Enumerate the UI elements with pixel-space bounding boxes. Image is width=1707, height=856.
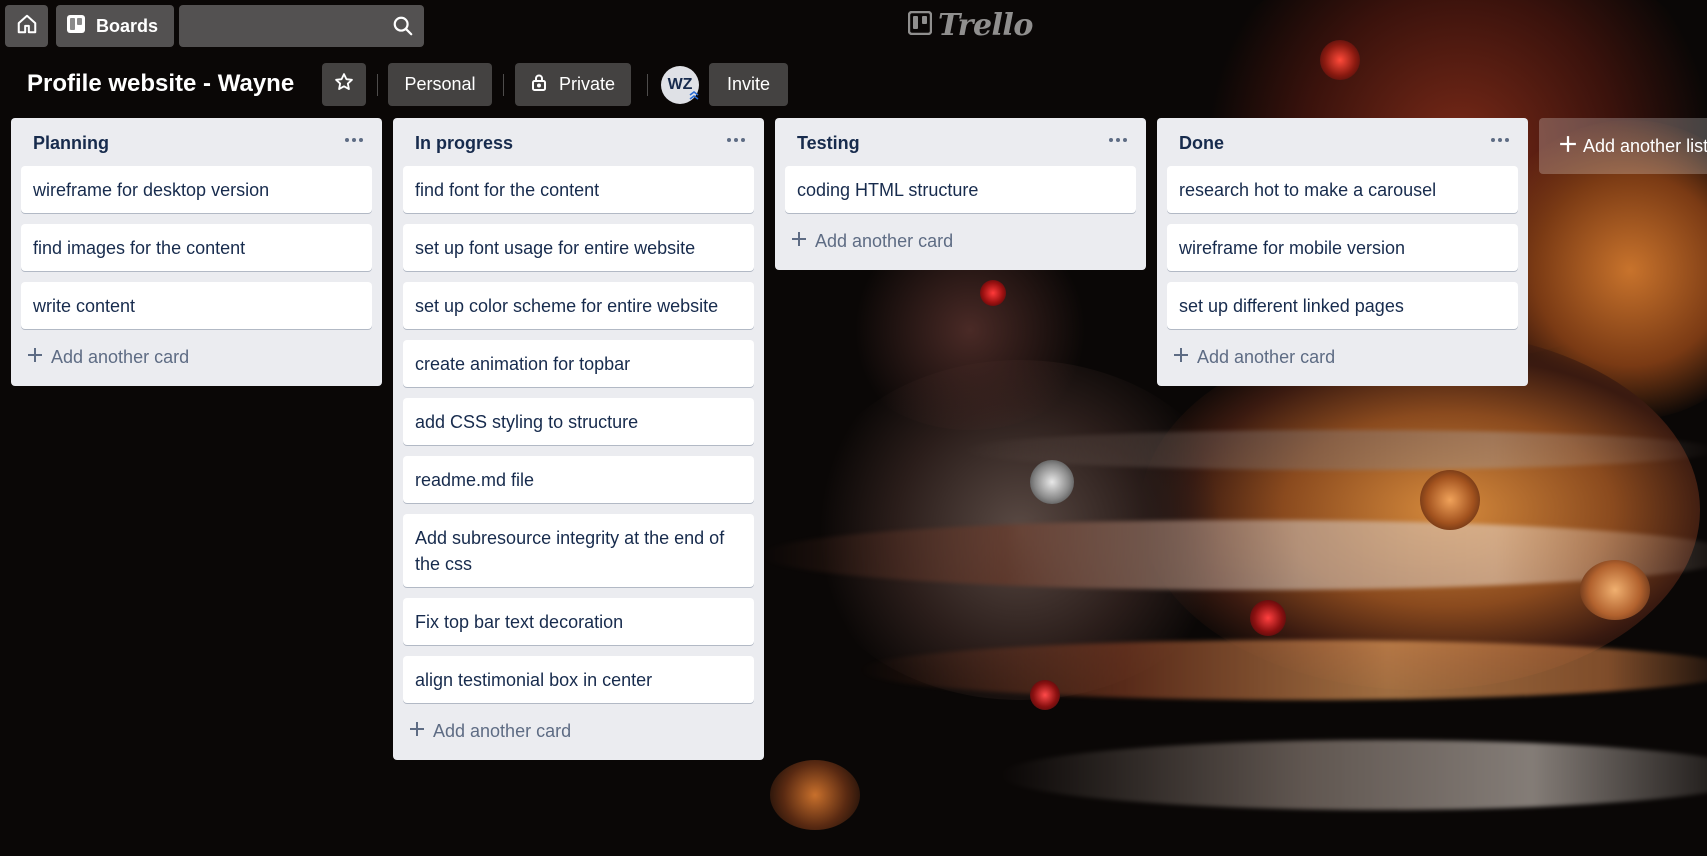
add-card-button[interactable]: Add another card <box>1167 338 1518 376</box>
search-box[interactable] <box>179 5 424 47</box>
list-testing: Testing coding HTML structure Add anothe… <box>775 118 1146 270</box>
home-icon <box>16 13 38 40</box>
card[interactable]: set up color scheme for entire website <box>403 282 754 329</box>
plus-icon <box>409 721 425 742</box>
board-visibility-button[interactable]: Private <box>515 63 631 106</box>
boards-button[interactable]: Boards <box>56 5 174 47</box>
card[interactable]: find font for the content <box>403 166 754 213</box>
list-header[interactable]: Testing <box>785 118 1136 166</box>
list-title[interactable]: Done <box>1179 133 1224 154</box>
more-icon[interactable] <box>724 130 748 150</box>
card[interactable]: Fix top bar text decoration <box>403 598 754 645</box>
member-avatar[interactable]: WZ <box>661 66 699 104</box>
card[interactable]: wireframe for desktop version <box>21 166 372 213</box>
invite-button[interactable]: Invite <box>709 63 788 106</box>
add-card-label: Add another card <box>51 346 190 367</box>
card[interactable]: coding HTML structure <box>785 166 1136 213</box>
more-icon[interactable] <box>1488 130 1512 150</box>
card[interactable]: align testimonial box in center <box>403 656 754 703</box>
plus-icon <box>27 347 43 368</box>
header-divider <box>647 74 648 96</box>
header-divider <box>503 74 504 96</box>
trello-logo-icon <box>907 8 933 43</box>
more-icon[interactable] <box>1106 130 1130 150</box>
plus-icon <box>791 231 807 252</box>
add-card-button[interactable]: Add another card <box>21 338 372 376</box>
add-card-button[interactable]: Add another card <box>785 222 1136 260</box>
add-card-button[interactable]: Add another card <box>403 712 754 750</box>
star-icon <box>334 72 354 97</box>
card[interactable]: Add subresource integrity at the end of … <box>403 514 754 587</box>
list-header[interactable]: Done <box>1167 118 1518 166</box>
plus-icon <box>1173 347 1189 368</box>
trello-logo-text: Trello <box>938 7 1033 43</box>
search-input[interactable] <box>187 11 381 43</box>
card[interactable]: create animation for topbar <box>403 340 754 387</box>
card[interactable]: find images for the content <box>21 224 372 271</box>
list-title[interactable]: Planning <box>33 133 109 154</box>
board-visibility-label: Private <box>558 74 616 94</box>
list-header[interactable]: Planning <box>21 118 372 166</box>
header-divider <box>377 74 378 96</box>
card[interactable]: research hot to make a carousel <box>1167 166 1518 213</box>
search-icon[interactable] <box>392 15 414 42</box>
list-planning: Planning wireframe for desktop version f… <box>11 118 382 386</box>
list-header[interactable]: In progress <box>403 118 754 166</box>
card[interactable]: set up font usage for entire website <box>403 224 754 271</box>
lock-icon <box>531 73 547 96</box>
card[interactable]: write content <box>21 282 372 329</box>
card[interactable]: readme.md file <box>403 456 754 503</box>
list-title[interactable]: In progress <box>415 133 513 154</box>
card[interactable]: wireframe for mobile version <box>1167 224 1518 271</box>
add-card-label: Add another card <box>815 230 954 251</box>
card[interactable]: add CSS styling to structure <box>403 398 754 445</box>
add-list-label: Add another list <box>1583 135 1707 156</box>
board-title[interactable]: Profile website - Wayne <box>27 70 294 98</box>
add-card-label: Add another card <box>433 720 572 741</box>
card[interactable]: set up different linked pages <box>1167 282 1518 329</box>
more-icon[interactable] <box>342 130 366 150</box>
add-card-label: Add another card <box>1197 346 1336 367</box>
add-list-button[interactable]: Add another list <box>1539 118 1707 174</box>
list-done: Done research hot to make a carousel wir… <box>1157 118 1528 386</box>
list-title[interactable]: Testing <box>797 133 860 154</box>
admin-chevron-icon <box>688 88 700 106</box>
plus-icon <box>1559 135 1577 158</box>
top-nav-bar: Boards Trello <box>0 0 1707 52</box>
board-icon <box>66 14 86 39</box>
list-in-progress: In progress find font for the content se… <box>393 118 764 760</box>
team-visibility-button[interactable]: Personal <box>388 63 492 106</box>
home-button[interactable] <box>5 5 48 47</box>
boards-button-label: Boards <box>96 15 159 36</box>
star-board-button[interactable] <box>322 63 366 106</box>
board-header: Profile website - Wayne Personal Private… <box>0 58 1707 114</box>
trello-logo[interactable]: Trello <box>907 6 1033 44</box>
